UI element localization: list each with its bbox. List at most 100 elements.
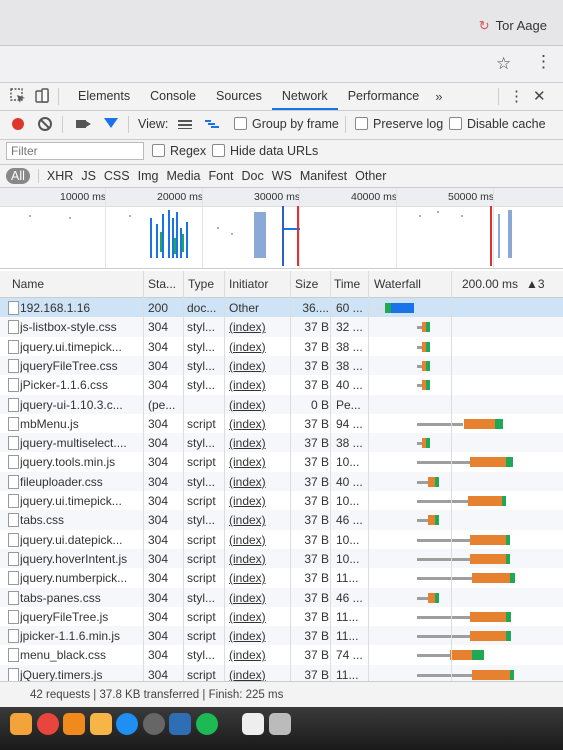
hide-data-urls-checkbox[interactable]: Hide data URLs bbox=[212, 144, 318, 158]
type-filter-img[interactable]: Img bbox=[138, 169, 159, 183]
xcode-icon[interactable] bbox=[169, 713, 191, 735]
request-initiator[interactable]: (index) bbox=[229, 320, 285, 334]
column-header-waterfall[interactable]: Waterfall bbox=[374, 277, 421, 291]
network-overview[interactable]: 10000 ms 20000 ms 30000 ms 40000 ms 5000… bbox=[0, 188, 563, 269]
preserve-log-checkbox[interactable]: Preserve log bbox=[355, 117, 443, 131]
tab-console[interactable]: Console bbox=[140, 83, 206, 110]
request-initiator[interactable]: (index) bbox=[229, 610, 285, 624]
request-time: 40 ... bbox=[336, 378, 363, 393]
clear-icon[interactable] bbox=[38, 117, 52, 131]
waterfall-download-segment bbox=[494, 418, 504, 429]
table-row[interactable]: 192.168.1.16 200 doc... Other 36.... 60 ... bbox=[0, 298, 563, 318]
column-header-type[interactable]: Type bbox=[188, 277, 214, 291]
column-header-name[interactable]: Name bbox=[12, 277, 44, 291]
request-initiator[interactable]: (index) bbox=[229, 533, 285, 547]
table-row[interactable]: jquery.ui.datepick... 304 script (index) 37 … bbox=[0, 530, 563, 549]
bookmark-star-icon[interactable]: ☆ bbox=[496, 54, 511, 74]
inspect-element-icon[interactable] bbox=[10, 88, 26, 104]
more-tabs-button[interactable]: » bbox=[429, 83, 448, 110]
regex-checkbox[interactable]: Regex bbox=[152, 144, 206, 158]
column-header-time[interactable]: Time bbox=[334, 277, 360, 291]
request-size: 37 B bbox=[304, 551, 329, 566]
table-row[interactable]: jquery.hoverIntent.js 304 script (index) 37 … bbox=[0, 548, 563, 569]
camera-icon[interactable] bbox=[142, 713, 165, 735]
table-row[interactable]: jquery.tools.min.js 304 script (index) 37 B 1… bbox=[0, 452, 563, 471]
table-row[interactable]: jqueryFileTree.css 304 styl... (index) 37 B 3… bbox=[0, 355, 563, 376]
request-initiator[interactable]: (index) bbox=[229, 475, 285, 489]
group-by-frame-checkbox[interactable]: Group by frame bbox=[234, 117, 339, 131]
sort-indicator[interactable]: ▲3 bbox=[526, 277, 545, 291]
type-filter-js[interactable]: JS bbox=[81, 169, 96, 183]
request-initiator[interactable]: (index) bbox=[229, 629, 285, 643]
table-row[interactable]: jpicker-1.1.6.min.js 304 script (index) 37 B… bbox=[0, 626, 563, 646]
vlc-icon[interactable] bbox=[63, 713, 85, 735]
overview-waterfall-icon[interactable] bbox=[205, 120, 219, 129]
filter-funnel-icon[interactable] bbox=[104, 118, 118, 128]
firefox-icon[interactable] bbox=[89, 713, 112, 735]
request-initiator[interactable]: (index) bbox=[229, 591, 285, 605]
column-header-initiator[interactable]: Initiator bbox=[229, 277, 268, 291]
table-row[interactable]: jPicker-1.1.6.css 304 styl... (index) 37 B 40… bbox=[0, 375, 563, 394]
devtools-menu-icon[interactable]: ⋮ bbox=[509, 87, 524, 105]
request-initiator[interactable]: (index) bbox=[229, 455, 285, 469]
type-filter-doc[interactable]: Doc bbox=[242, 169, 264, 183]
type-filter-css[interactable]: CSS bbox=[104, 169, 130, 183]
trash-icon[interactable] bbox=[268, 713, 291, 735]
tab-sources[interactable]: Sources bbox=[206, 83, 272, 110]
request-initiator[interactable]: (index) bbox=[229, 513, 285, 527]
request-initiator[interactable]: (index) bbox=[229, 398, 285, 412]
browser-menu-icon[interactable]: ⋮ bbox=[535, 52, 552, 72]
chrome-icon[interactable] bbox=[36, 713, 59, 735]
request-initiator[interactable]: (index) bbox=[229, 359, 285, 373]
waterfall-stalled-segment bbox=[416, 500, 468, 503]
screenshot-camera-icon[interactable] bbox=[76, 120, 91, 128]
waterfall-stalled-segment bbox=[416, 538, 471, 542]
request-initiator[interactable]: (index) bbox=[229, 340, 285, 354]
device-toolbar-icon[interactable] bbox=[34, 88, 50, 104]
table-row[interactable]: jquery-multiselect.... 304 styl... (index) 3… bbox=[0, 433, 563, 453]
type-filter-ws[interactable]: WS bbox=[272, 169, 292, 183]
profile-button[interactable]: ↻ Tor Aage bbox=[479, 18, 547, 34]
table-row[interactable]: fileuploader.css 304 styl... (index) 37 B 40 … bbox=[0, 471, 563, 491]
disable-cache-checkbox[interactable]: Disable cache bbox=[449, 117, 546, 131]
record-icon[interactable] bbox=[12, 118, 24, 130]
table-row[interactable]: jquery.numberpick... 304 script (index) 37 B… bbox=[0, 568, 563, 587]
tab-performance[interactable]: Performance bbox=[338, 83, 430, 110]
type-filter-font[interactable]: Font bbox=[209, 169, 234, 183]
type-filter-all[interactable]: All bbox=[6, 168, 30, 184]
tab-elements[interactable]: Elements bbox=[68, 83, 140, 110]
type-filter-media[interactable]: Media bbox=[166, 169, 200, 183]
request-initiator[interactable]: (index) bbox=[229, 668, 285, 682]
type-filter-other[interactable]: Other bbox=[355, 169, 386, 183]
waterfall-download-segment bbox=[505, 457, 513, 468]
table-row[interactable]: tabs.css 304 styl... (index) 37 B 46 ... bbox=[0, 510, 563, 530]
request-initiator[interactable]: (index) bbox=[229, 378, 285, 392]
type-filter-manifest[interactable]: Manifest bbox=[300, 169, 347, 183]
table-row[interactable]: jqueryFileTree.js 304 script (index) 37 B 11.… bbox=[0, 607, 563, 626]
request-initiator[interactable]: (index) bbox=[229, 494, 285, 508]
tab-network[interactable]: Network bbox=[271, 83, 338, 110]
type-filter-xhr[interactable]: XHR bbox=[47, 169, 73, 183]
table-row[interactable]: jquery.ui.timepick... 304 styl... (index) 37… bbox=[0, 337, 563, 356]
request-initiator[interactable]: (index) bbox=[229, 417, 285, 431]
document-icon[interactable] bbox=[242, 713, 264, 735]
large-rows-icon[interactable] bbox=[178, 120, 192, 129]
table-row[interactable]: jquery-ui-1.10.3.c... (pe... (index) 0 B Pe.… bbox=[0, 394, 563, 414]
photos-icon[interactable] bbox=[10, 713, 32, 735]
spotify-icon[interactable] bbox=[195, 713, 218, 735]
request-initiator[interactable]: (index) bbox=[229, 436, 285, 450]
table-row[interactable]: menu_black.css 304 styl... (index) 37 B 74 ..… bbox=[0, 645, 563, 664]
close-devtools-icon[interactable]: ✕ bbox=[533, 87, 546, 105]
table-row[interactable]: mbMenu.js 304 script (index) 37 B 94 ... bbox=[0, 414, 563, 433]
table-row[interactable]: tabs-panes.css 304 styl... (index) 37 B 46 ..… bbox=[0, 587, 563, 607]
filter-input[interactable] bbox=[6, 142, 144, 160]
request-time: 38 ... bbox=[336, 436, 363, 451]
column-header-size[interactable]: Size bbox=[295, 277, 318, 291]
request-initiator[interactable]: (index) bbox=[229, 648, 285, 662]
request-initiator[interactable]: (index) bbox=[229, 571, 285, 585]
appstore-icon[interactable] bbox=[116, 713, 138, 735]
column-header-status[interactable]: Sta... bbox=[148, 277, 176, 291]
table-row[interactable]: jquery.ui.timepick... 304 script (index) 37 … bbox=[0, 491, 563, 510]
table-row[interactable]: js-listbox-style.css 304 styl... (index) 37 … bbox=[0, 317, 563, 337]
request-initiator[interactable]: (index) bbox=[229, 552, 285, 566]
